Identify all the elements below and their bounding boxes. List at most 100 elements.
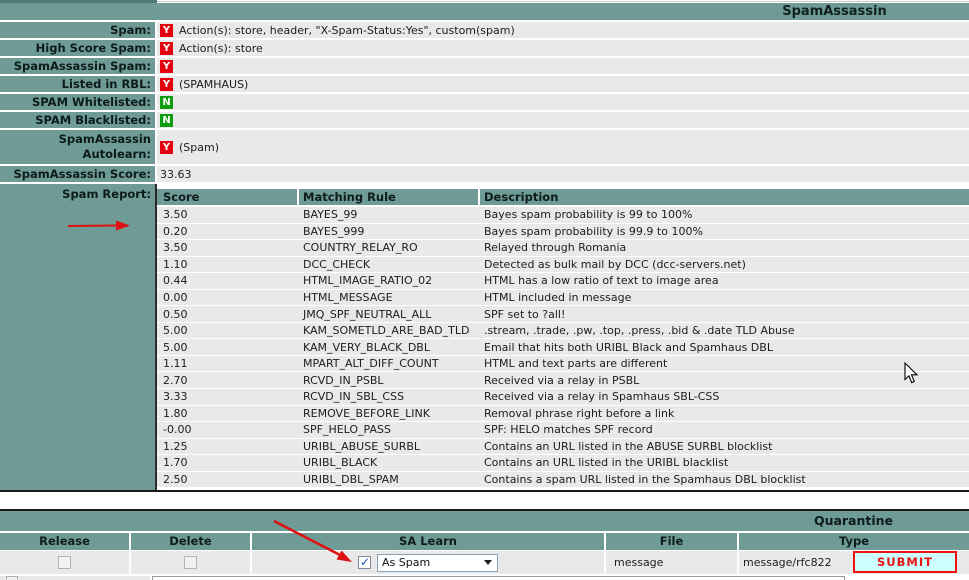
spam-report-rule-row: 5.00 KAM_SOMETLD_ARE_BAD_TLD .stream, .t… — [157, 323, 969, 339]
rule-description: Removal phrase right before a link — [480, 407, 969, 420]
submit-button[interactable]: SUBMIT — [853, 551, 957, 573]
column-header-sa-learn: SA Learn — [252, 533, 604, 550]
spam-report-rule-row: 5.00 KAM_VERY_BLACK_DBL Email that hits … — [157, 339, 969, 355]
field-row-high-score-spam: High Score Spam: Y Action(s): store — [0, 40, 969, 56]
rule-score: 3.33 — [157, 390, 299, 403]
rule-score: -0.00 — [157, 423, 299, 436]
rule-description: Bayes spam probability is 99 to 100% — [480, 208, 969, 221]
field-row-autolearn: SpamAssassin Autolearn: Y (Spam) — [0, 130, 969, 164]
column-header-score: Score — [157, 189, 297, 205]
rule-description: SPF set to ?all! — [480, 308, 969, 321]
field-value-cell: N — [157, 112, 969, 128]
quarantine-next-row-partial — [0, 576, 969, 580]
rule-score: 5.00 — [157, 341, 299, 354]
spam-report-header: Score Matching Rule Description — [157, 189, 969, 205]
flag-no-badge: N — [160, 114, 173, 127]
rule-name: KAM_VERY_BLACK_DBL — [299, 341, 480, 354]
field-label: High Score Spam: — [0, 40, 155, 56]
rule-description: Contains an URL listed in the URIBL blac… — [480, 456, 969, 469]
field-label: SPAM Whitelisted: — [0, 94, 155, 110]
file-value: message — [614, 556, 663, 569]
table-bottom-border — [0, 490, 969, 492]
spam-report-rule-row: 1.80 REMOVE_BEFORE_LINK Removal phrase r… — [157, 406, 969, 422]
field-row-spam-blacklisted: SPAM Blacklisted: N — [0, 112, 969, 128]
rule-description: Received via a relay in Spamhaus SBL-CSS — [480, 390, 969, 403]
rule-name: URIBL_DBL_SPAM — [299, 473, 480, 486]
spam-report-rule-row: 3.50 BAYES_99 Bayes spam probability is … — [157, 207, 969, 223]
rule-description: HTML included in message — [480, 291, 969, 304]
flag-yes-badge: Y — [160, 78, 173, 91]
panel-header: SpamAssassin — [0, 3, 969, 20]
release-checkbox[interactable] — [58, 556, 71, 569]
field-value: (SPAMHAUS) — [179, 78, 248, 91]
field-row-spam-whitelisted: SPAM Whitelisted: N — [0, 94, 969, 110]
field-value-cell: Y Action(s): store, header, "X-Spam-Stat… — [157, 22, 969, 38]
rule-score: 0.44 — [157, 274, 299, 287]
delete-cell — [131, 551, 250, 574]
sa-learn-checkbox[interactable] — [358, 556, 371, 569]
spam-report-rule-row: 3.33 RCVD_IN_SBL_CSS Received via a rela… — [157, 389, 969, 405]
file-cell: message — [606, 551, 737, 574]
field-value: 33.63 — [160, 168, 192, 181]
field-row-listed-in-rbl: Listed in RBL: Y (SPAMHAUS) — [0, 76, 969, 92]
rule-name: URIBL_ABUSE_SURBL — [299, 440, 480, 453]
rule-score: 0.20 — [157, 225, 299, 238]
sa-learn-selected-option: As Spam — [382, 556, 430, 569]
rule-description: .stream, .trade, .pw, .top, .press, .bid… — [480, 324, 969, 337]
field-row-spam: Spam: Y Action(s): store, header, "X-Spa… — [0, 22, 969, 38]
rule-score: 1.10 — [157, 258, 299, 271]
rule-score: 2.50 — [157, 473, 299, 486]
rule-description: Contains an URL listed in the ABUSE SURB… — [480, 440, 969, 453]
rule-score: 1.80 — [157, 407, 299, 420]
release-cell — [0, 551, 129, 574]
field-value-cell: 33.63 — [157, 166, 969, 182]
rule-description: Contains a spam URL listed in the Spamha… — [480, 473, 969, 486]
dropdown-arrow-icon — [484, 560, 492, 565]
column-header-description: Description — [480, 189, 969, 205]
rule-score: 5.00 — [157, 324, 299, 337]
sa-learn-cell: As Spam — [252, 551, 604, 574]
rule-description: HTML has a low ratio of text to image ar… — [480, 274, 969, 287]
partial-checkbox — [6, 576, 18, 580]
rule-description: HTML and text parts are different — [480, 357, 969, 370]
quarantine-title: Quarantine — [738, 513, 969, 528]
rule-description: Bayes spam probability is 99.9 to 100% — [480, 225, 969, 238]
column-header-file: File — [606, 533, 737, 550]
field-row-score: SpamAssassin Score: 33.63 — [0, 166, 969, 182]
spam-report-rule-row: 2.70 RCVD_IN_PSBL Received via a relay i… — [157, 372, 969, 388]
column-header-delete: Delete — [131, 533, 250, 550]
rule-description: Detected as bulk mail by DCC (dcc-server… — [480, 258, 969, 271]
rule-score: 0.50 — [157, 308, 299, 321]
rule-score: 1.11 — [157, 357, 299, 370]
field-label: SpamAssassin Spam: — [0, 58, 155, 74]
partial-row-left-cell — [0, 576, 150, 580]
spam-report-rule-row: 1.10 DCC_CHECK Detected as bulk mail by … — [157, 257, 969, 273]
rule-name: SPF_HELO_PASS — [299, 423, 480, 436]
column-header-release: Release — [0, 533, 129, 550]
delete-checkbox[interactable] — [184, 556, 197, 569]
rule-description: SPF: HELO matches SPF record — [480, 423, 969, 436]
field-label: SpamAssassin Autolearn: — [0, 130, 155, 164]
partial-row-field — [152, 576, 845, 580]
flag-no-badge: N — [160, 96, 173, 109]
field-label: Spam: — [0, 22, 155, 38]
field-value-cell: Y — [157, 58, 969, 74]
spam-report-body: 3.50 BAYES_99 Bayes spam probability is … — [157, 207, 969, 487]
spam-report-label: Spam Report: — [0, 184, 155, 492]
rule-score: 0.00 — [157, 291, 299, 304]
flag-yes-badge: Y — [160, 42, 173, 55]
field-label: Listed in RBL: — [0, 76, 155, 92]
spam-report-rule-row: -0.00 SPF_HELO_PASS SPF: HELO matches SP… — [157, 422, 969, 438]
field-value-cell: N — [157, 94, 969, 110]
field-value: Action(s): store — [179, 42, 263, 55]
sa-learn-select[interactable]: As Spam — [377, 554, 498, 572]
field-value-cell: Y Action(s): store — [157, 40, 969, 56]
rule-name: URIBL_BLACK — [299, 456, 480, 469]
top-edge-line — [157, 1, 969, 2]
field-label: SPAM Blacklisted: — [0, 112, 155, 128]
spamassassin-panel: SpamAssassin Spam: Y Action(s): store, h… — [0, 3, 969, 492]
type-value: message/rfc822 — [743, 556, 832, 569]
spam-report-rule-row: 1.11 MPART_ALT_DIFF_COUNT HTML and text … — [157, 356, 969, 372]
flag-yes-badge: Y — [160, 60, 173, 73]
rule-score: 2.70 — [157, 374, 299, 387]
